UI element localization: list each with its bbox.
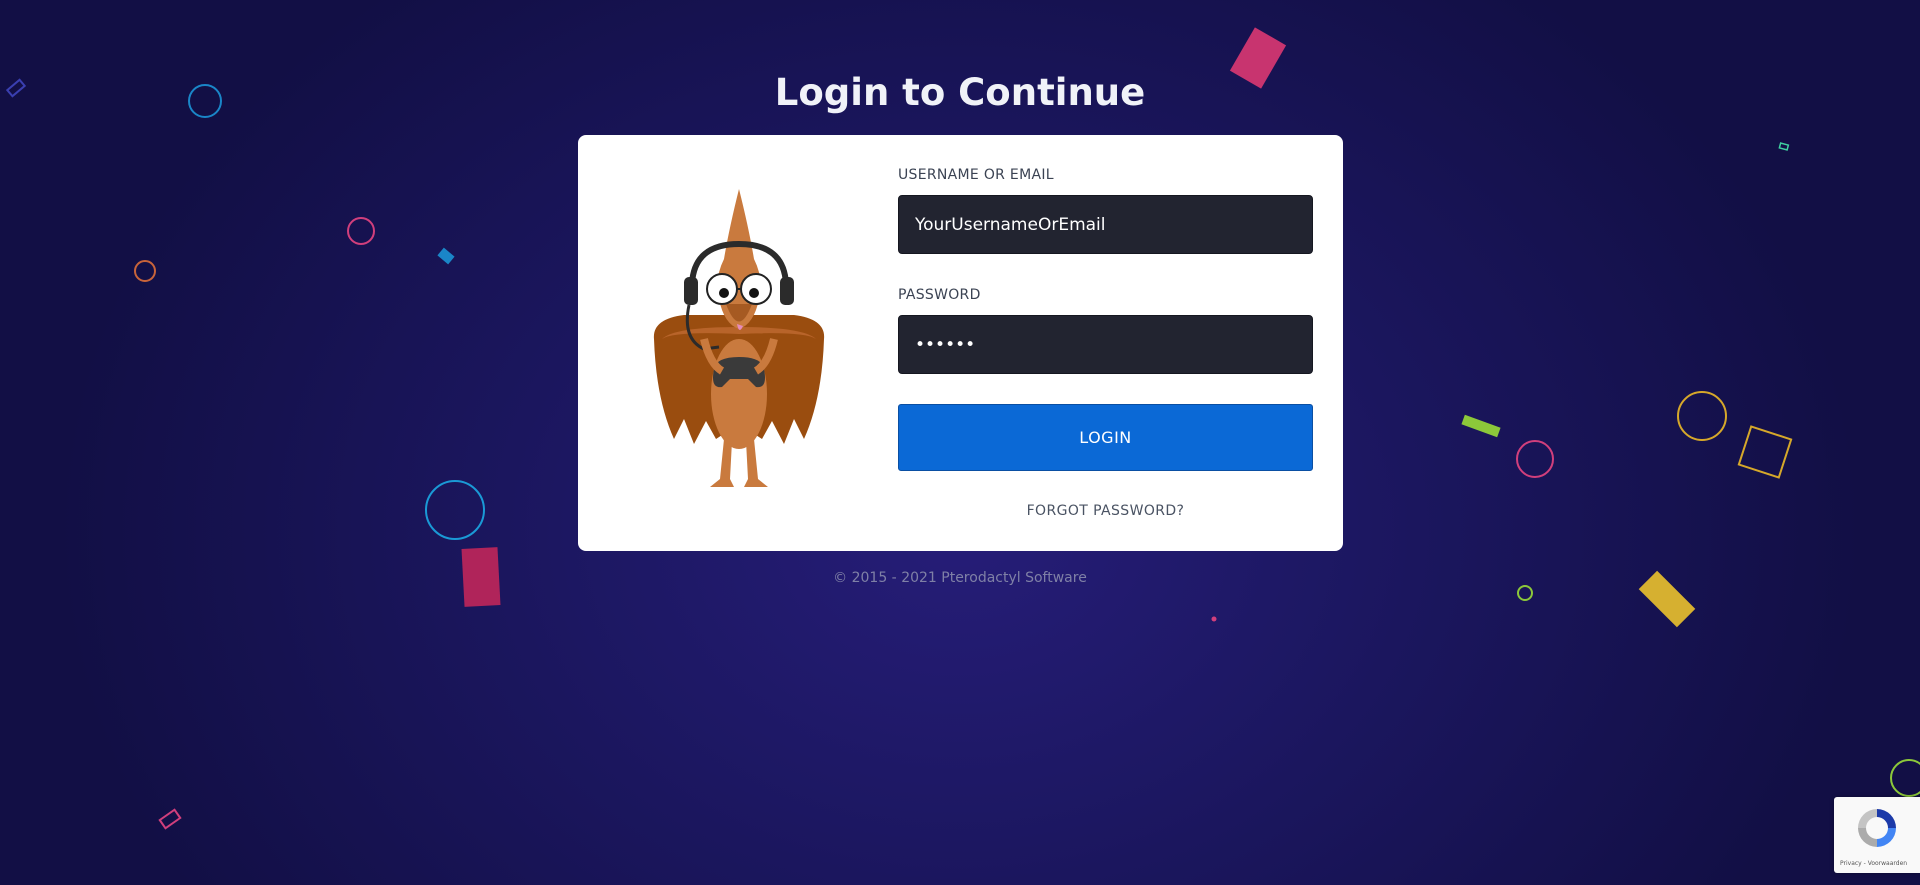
confetti-shape bbox=[437, 247, 455, 265]
login-card: USERNAME OR EMAIL PASSWORD LOGIN FORGOT … bbox=[578, 135, 1343, 551]
pterodactyl-mascot-illustration bbox=[653, 189, 825, 487]
confetti-shape bbox=[158, 808, 182, 830]
username-label: USERNAME OR EMAIL bbox=[898, 167, 1054, 183]
confetti-shape bbox=[1737, 425, 1793, 479]
forgot-password-link[interactable]: FORGOT PASSWORD? bbox=[898, 501, 1313, 521]
recaptcha-links[interactable]: Privacy - Voorwaarden bbox=[1840, 860, 1907, 867]
recaptcha-icon bbox=[1858, 809, 1896, 847]
confetti-shape bbox=[1211, 616, 1217, 622]
login-button[interactable]: LOGIN bbox=[898, 404, 1313, 471]
confetti-shape bbox=[347, 217, 375, 245]
password-label: PASSWORD bbox=[898, 287, 981, 303]
confetti-shape bbox=[1677, 391, 1727, 441]
recaptcha-badge[interactable]: Privacy - Voorwaarden bbox=[1834, 797, 1920, 873]
login-form: USERNAME OR EMAIL PASSWORD LOGIN FORGOT … bbox=[898, 165, 1313, 521]
confetti-shape bbox=[425, 480, 485, 540]
password-input[interactable] bbox=[898, 315, 1313, 374]
copyright-footer: © 2015 - 2021 Pterodactyl Software bbox=[833, 570, 1087, 586]
username-input[interactable] bbox=[898, 195, 1313, 254]
confetti-shape bbox=[1516, 440, 1554, 478]
confetti-shape bbox=[134, 260, 156, 282]
confetti-shape bbox=[1461, 414, 1501, 438]
confetti-shape bbox=[1778, 142, 1790, 151]
confetti-shape bbox=[1517, 585, 1533, 601]
confetti-shape bbox=[1890, 759, 1920, 797]
page-title: Login to Continue bbox=[774, 71, 1146, 114]
